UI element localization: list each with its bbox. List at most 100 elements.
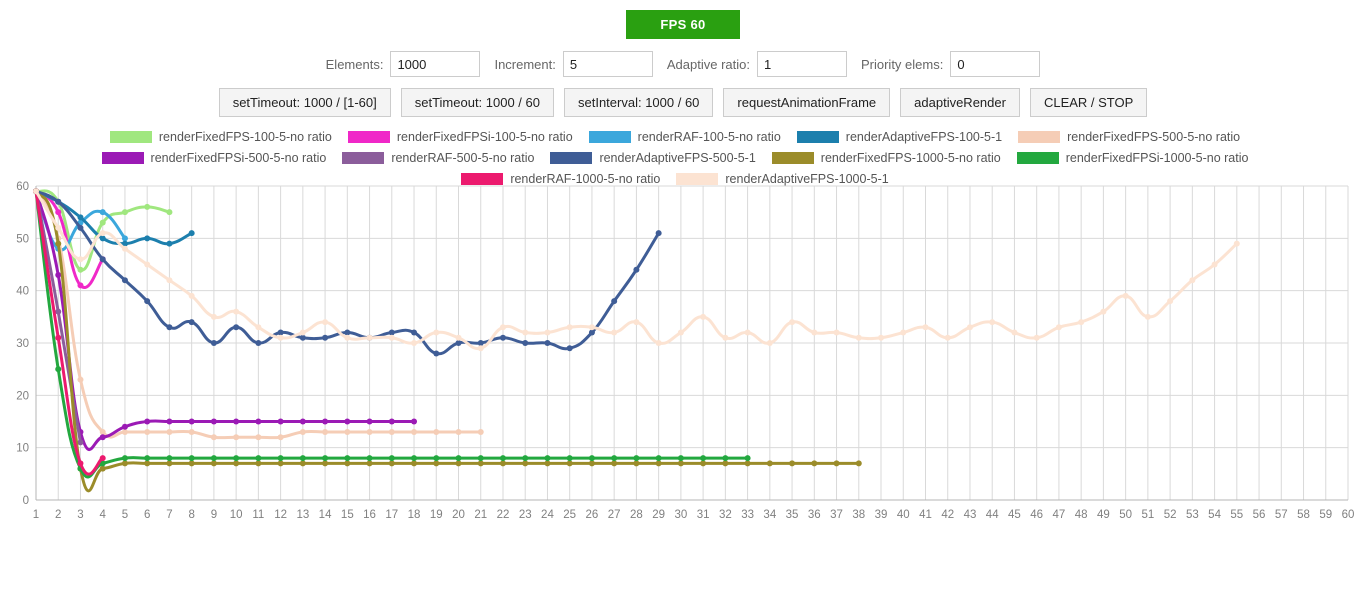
series-data-point (789, 319, 796, 326)
series-data-point (611, 329, 618, 336)
adaptive-ratio-input[interactable] (756, 51, 847, 77)
series-data-point (55, 198, 62, 205)
series-data-point (655, 230, 662, 237)
series-data-point (366, 455, 373, 462)
legend-label: renderFixedFPSi-100-5-no ratio (396, 130, 573, 144)
x-axis-tick-label: 1 (33, 509, 39, 521)
series-data-point (522, 455, 529, 462)
elements-input[interactable] (390, 51, 481, 77)
series-data-point (188, 292, 195, 299)
x-axis-tick-label: 51 (1141, 509, 1154, 521)
x-axis-tick-label: 2 (55, 509, 61, 521)
request-animation-frame-button[interactable]: requestAnimationFrame (723, 88, 891, 117)
series-data-point (966, 324, 973, 331)
legend-swatch-icon (796, 131, 839, 143)
series-data-point (322, 319, 329, 326)
series-data-point (99, 209, 106, 216)
series-data-point (233, 455, 240, 462)
series-data-point (499, 334, 506, 341)
field-increment: Increment: (494, 51, 653, 77)
series-data-point (255, 324, 262, 331)
series-data-point (210, 418, 217, 425)
y-axis-tick-label: 20 (16, 390, 29, 402)
series-data-point (811, 460, 818, 467)
legend-item[interactable]: renderAdaptiveFPS-500-5-1 (550, 151, 756, 165)
series-data-point (144, 428, 151, 435)
series-data-point (144, 460, 151, 467)
set-timeout-range-button[interactable]: setTimeout: 1000 / [1-60] (218, 88, 391, 117)
series-data-point (277, 418, 284, 425)
series-data-point (255, 434, 262, 441)
fps-badge[interactable]: FPS 60 (626, 10, 740, 39)
x-axis-tick-label: 18 (408, 509, 421, 521)
clear-stop-button[interactable]: CLEAR / STOP (1029, 88, 1148, 117)
series-data-point (455, 428, 462, 435)
series-data-point (299, 329, 306, 336)
series-data-point (344, 418, 351, 425)
series-data-point (388, 334, 395, 341)
series-data-point (166, 418, 173, 425)
series-data-point (700, 455, 707, 462)
y-axis-tick-label: 50 (16, 233, 29, 245)
series-data-point (99, 434, 106, 441)
legend-label: renderFixedFPS-1000-5-no ratio (820, 151, 1001, 165)
legend-item[interactable]: renderFixedFPSi-100-5-no ratio (347, 130, 573, 144)
series-data-point (299, 334, 306, 341)
legend-item[interactable]: renderFixedFPS-100-5-no ratio (109, 130, 332, 144)
series-data-point (544, 340, 551, 346)
series-data-point (144, 418, 151, 425)
legend-item[interactable]: renderFixedFPSi-1000-5-no ratio (1016, 151, 1248, 165)
controls-buttons-row: setTimeout: 1000 / [1-60] setTimeout: 100… (0, 88, 1366, 117)
adaptive-ratio-label: Adaptive ratio: (666, 56, 750, 72)
series-data-point (188, 455, 195, 462)
set-interval-60-button[interactable]: setInterval: 1000 / 60 (564, 88, 714, 117)
series-data-point (55, 334, 62, 341)
series-data-point (77, 460, 84, 467)
series-data-point (455, 455, 462, 462)
series-data-point (1033, 334, 1040, 341)
fps-badge-row: FPS 60 (0, 0, 1366, 39)
legend-item[interactable]: renderFixedFPS-500-5-no ratio (1018, 130, 1240, 144)
increment-input[interactable] (562, 51, 653, 77)
series-data-point (1144, 313, 1151, 320)
series-data-point (611, 298, 618, 305)
legend-item[interactable]: renderRAF-500-5-no ratio (342, 151, 534, 165)
x-axis-tick-label: 39 (875, 509, 888, 521)
series-data-point (1167, 298, 1174, 305)
x-axis-tick-label: 32 (719, 509, 732, 521)
x-axis-tick-label: 11 (252, 509, 264, 521)
legend-swatch-icon (101, 152, 144, 164)
series-data-point (1122, 292, 1129, 299)
series-data-point (144, 203, 151, 210)
series-data-point (455, 334, 462, 341)
series-data-point (99, 256, 106, 263)
series-data-point (121, 245, 128, 252)
field-priority-elems: Priority elems: (861, 51, 1041, 77)
series-data-point (121, 428, 128, 435)
x-axis-tick-label: 28 (630, 509, 643, 521)
x-axis-tick-label: 35 (786, 509, 799, 521)
legend-item[interactable]: renderAdaptiveFPS-100-5-1 (796, 130, 1002, 144)
series-data-point (188, 428, 195, 435)
series-data-point (789, 460, 796, 467)
x-axis-tick-label: 45 (1008, 509, 1021, 521)
x-axis-tick-label: 47 (1053, 509, 1066, 521)
set-timeout-60-button[interactable]: setTimeout: 1000 / 60 (400, 88, 554, 117)
x-axis-tick-label: 43 (964, 509, 977, 521)
series-data-point (188, 319, 195, 326)
series-data-point (1100, 308, 1107, 315)
adaptive-render-button[interactable]: adaptiveRender (900, 88, 1020, 117)
series-data-point (411, 418, 418, 425)
series-data-point (855, 460, 862, 467)
priority-elems-input[interactable] (950, 51, 1041, 77)
legend-item[interactable]: renderFixedFPSi-500-5-no ratio (101, 151, 326, 165)
series-data-point (144, 261, 151, 268)
series-data-point (455, 340, 462, 346)
increment-label: Increment: (494, 56, 556, 72)
series-data-point (477, 345, 484, 352)
x-axis-tick-label: 13 (296, 509, 309, 521)
series-data-point (544, 329, 551, 336)
series-data-point (700, 460, 707, 467)
legend-item[interactable]: renderRAF-100-5-no ratio (588, 130, 781, 144)
legend-item[interactable]: renderFixedFPS-1000-5-no ratio (771, 151, 1001, 165)
